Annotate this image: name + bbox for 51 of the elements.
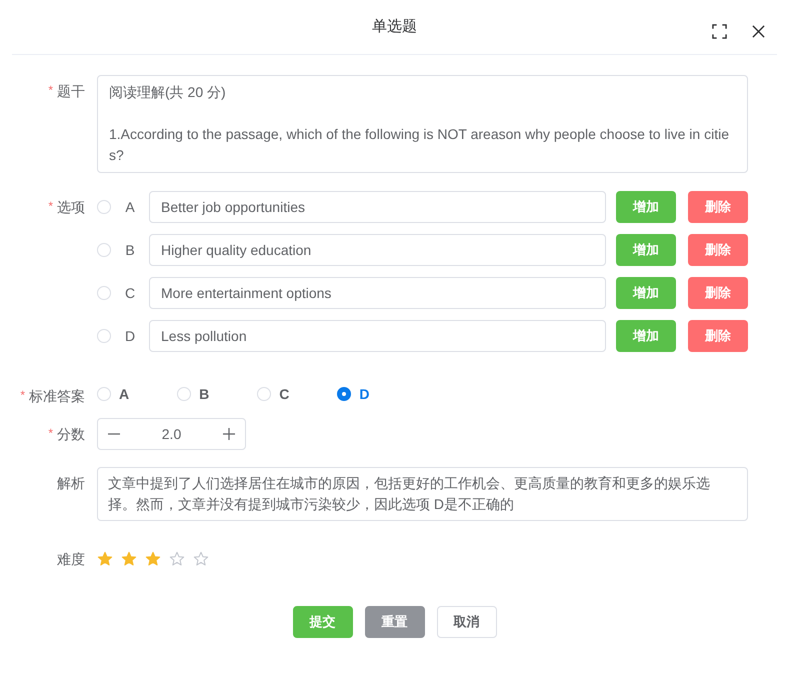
score-stepper[interactable]: 2.0 — [97, 418, 246, 450]
option-radio[interactable] — [97, 200, 111, 214]
score-value: 2.0 — [162, 424, 182, 444]
answer-option-label: B — [199, 384, 210, 404]
delete-button[interactable]: 删除 — [688, 277, 748, 309]
delete-button[interactable]: 删除 — [688, 191, 748, 223]
field-label: 分数 — [57, 425, 85, 444]
field-label: 难度 — [57, 550, 85, 569]
option-letter: A — [124, 198, 136, 216]
star-icon[interactable] — [193, 551, 209, 567]
option-radio[interactable] — [97, 329, 111, 343]
delete-button[interactable]: 删除 — [688, 234, 748, 266]
field-label: 标准答案 — [29, 387, 85, 406]
option-letter: B — [124, 240, 136, 260]
dialog-title: 单选题 — [372, 16, 417, 37]
fullscreen-icon[interactable] — [712, 24, 727, 39]
star-icon[interactable] — [97, 551, 113, 567]
plus-icon[interactable] — [223, 428, 235, 440]
answer-option-label: A — [119, 384, 130, 404]
add-button[interactable]: 增加 — [616, 320, 676, 352]
option-radio[interactable] — [97, 243, 111, 257]
required-mark: * — [48, 425, 53, 442]
answer-option-label: D — [359, 384, 370, 404]
required-mark: * — [48, 198, 53, 215]
star-icon[interactable] — [121, 551, 137, 567]
required-mark: * — [48, 82, 53, 99]
star-icon[interactable] — [169, 551, 185, 567]
star-icon[interactable] — [145, 551, 161, 567]
add-button[interactable]: 增加 — [616, 277, 676, 309]
analysis-textarea[interactable]: 文章中提到了人们选择居住在城市的原因，包括更好的工作机会、更高质量的教育和更多的娱乐选择。然而，文章并没有提到城市污染较少，因此选项 D是不正确的 — [97, 467, 748, 521]
option-letter: C — [124, 284, 136, 302]
answer-option-label: C — [279, 384, 290, 404]
add-button[interactable]: 增加 — [616, 234, 676, 266]
answer-radio[interactable] — [337, 387, 352, 401]
form-button[interactable]: 取消 — [436, 606, 496, 638]
form-button[interactable]: 重置 — [364, 606, 424, 638]
required-mark: * — [20, 387, 25, 404]
field-label: 题干 — [57, 82, 85, 101]
form-button[interactable]: 提交 — [292, 606, 352, 638]
option-radio[interactable] — [97, 286, 111, 300]
option-letter: D — [124, 326, 136, 346]
option-input[interactable]: Better job opportunities — [149, 191, 606, 223]
field-label: 选项 — [57, 198, 85, 217]
stem-textarea[interactable]: 阅读理解(共 20 分) 1.According to the passage, which of the following is NOT areason why people choose to live in cities? — [97, 75, 748, 173]
option-input[interactable]: Less pollution — [149, 320, 606, 352]
field-label: 解析 — [57, 474, 85, 493]
close-icon[interactable] — [752, 25, 765, 38]
add-button[interactable]: 增加 — [616, 191, 676, 223]
option-input[interactable]: More entertainment options — [149, 277, 606, 309]
option-input[interactable]: Higher quality education — [149, 234, 606, 266]
delete-button[interactable]: 删除 — [688, 320, 748, 352]
